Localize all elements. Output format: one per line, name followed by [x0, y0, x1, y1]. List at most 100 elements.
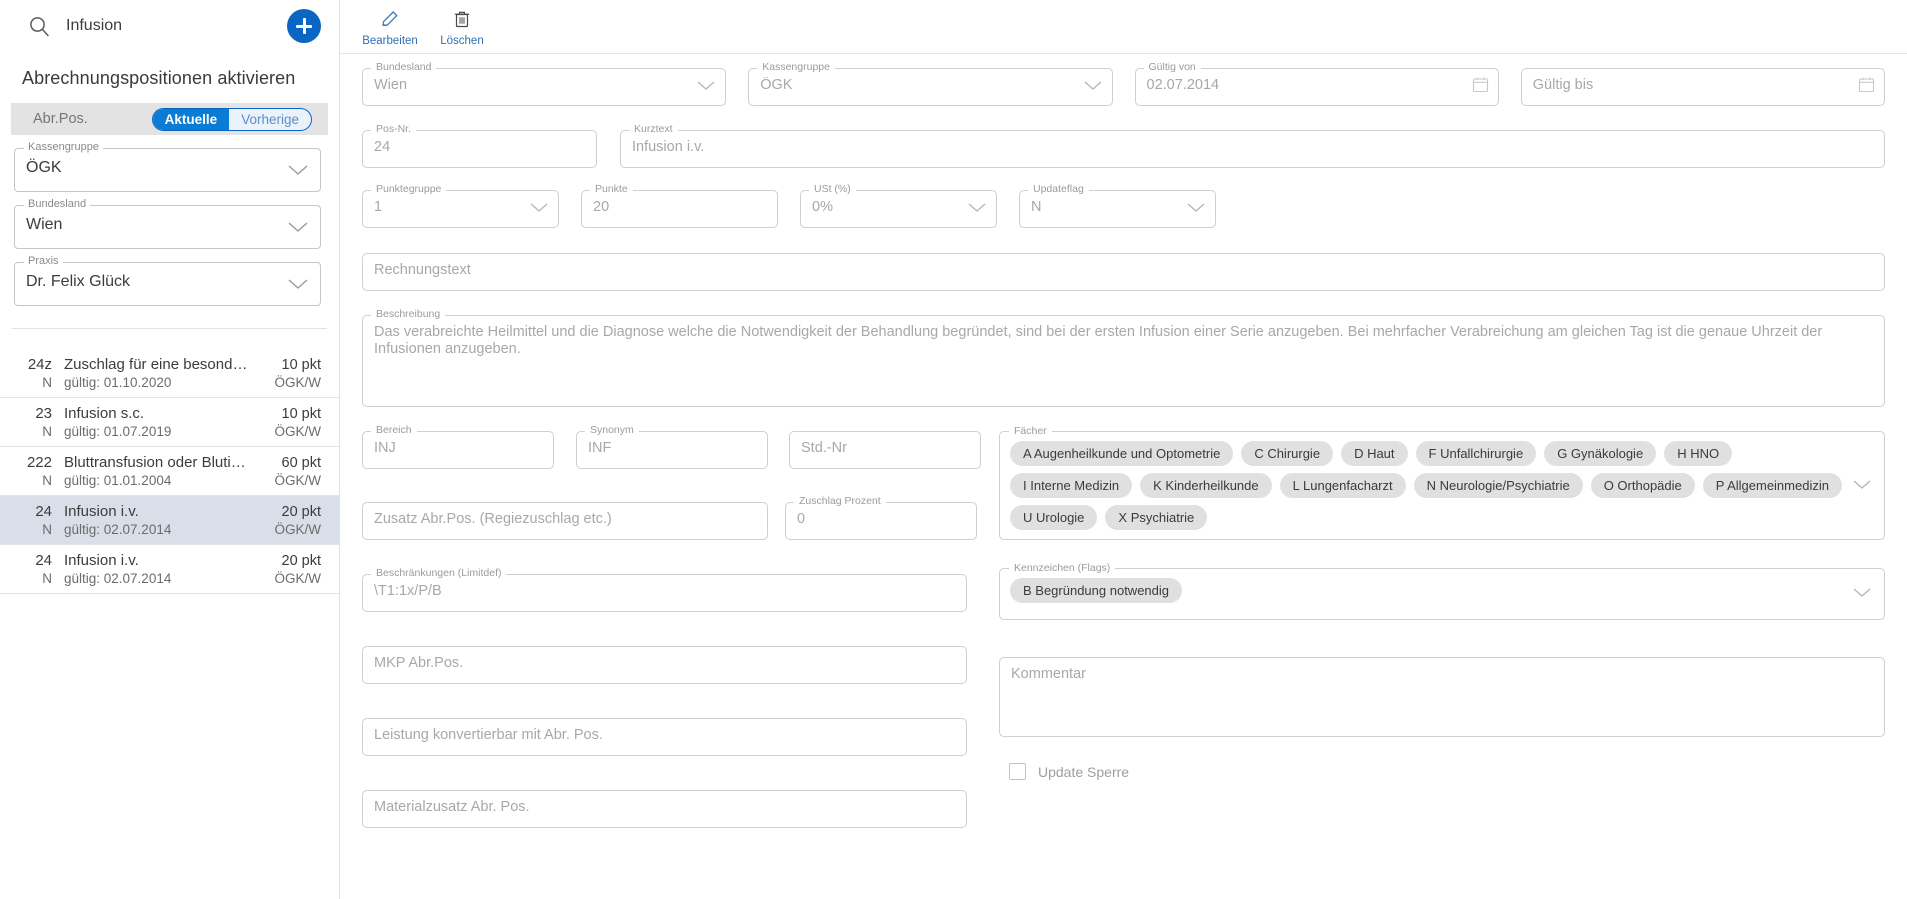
field-ust-value: 0% [812, 199, 833, 215]
chip-fach[interactable]: I Interne Medizin [1010, 473, 1133, 498]
chip-fach[interactable]: K Kinderheilkunde [1140, 473, 1272, 498]
search-input[interactable] [66, 17, 277, 35]
chevron-down-icon [696, 78, 716, 96]
field-materialzusatz[interactable]: Materialzusatz Abr. Pos. [362, 790, 967, 828]
position-points: 10 pkt [281, 406, 322, 422]
field-gueltig-von[interactable]: Gültig von 02.07.2014 [1134, 61, 1499, 106]
field-leistung-konvertierbar[interactable]: Leistung konvertierbar mit Abr. Pos. [362, 718, 967, 756]
chip-fach[interactable]: O Orthopädie [1590, 473, 1695, 498]
field-synonym-value: INF [588, 440, 612, 456]
calendar-icon[interactable] [1858, 76, 1875, 98]
field-kassengruppe[interactable]: Kassengruppe ÖGK [748, 61, 1113, 106]
field-rechnungstext[interactable]: Rechnungstext [362, 253, 1885, 291]
field-punktegruppe[interactable]: Punktegruppe 1 [362, 183, 559, 228]
field-gueltig-bis[interactable]: Gültig bis [1520, 68, 1885, 106]
sidebar-filter-bundesland[interactable]: Bundesland Wien [14, 198, 321, 249]
field-std-nr[interactable]: Std.-Nr [789, 431, 981, 469]
form-two-column-area: Bereich INJ Synonym INF Std.-Nr Zusatz A… [362, 407, 1885, 828]
chip-fach[interactable]: X Psychiatrie [1105, 505, 1208, 530]
field-faecher[interactable]: Fächer A Augenheilkunde und Optometrie C… [999, 425, 1885, 540]
sidebar-filter-praxis-label: Praxis [24, 255, 63, 268]
list-item-selected[interactable]: 24 Infusion i.v. 20 pkt N gültig: 02.07.… [0, 496, 339, 545]
field-kurztext-label: Kurztext [629, 123, 678, 136]
pencil-icon [379, 6, 401, 32]
list-item[interactable]: 24z Zuschlag für eine besond… 10 pkt N g… [0, 349, 339, 398]
position-title: Zuschlag für eine besond… [64, 356, 248, 373]
chip-fach[interactable]: U Urologie [1010, 505, 1098, 530]
form-row-1: Bundesland Wien Kassengruppe ÖGK Gültig … [362, 54, 1885, 106]
delete-button-label: Löschen [440, 35, 484, 47]
chip-fach[interactable]: G Gynäkologie [1544, 441, 1657, 466]
list-item[interactable]: 23 Infusion s.c. 10 pkt N gültig: 01.07.… [0, 398, 339, 447]
field-bereich-value: INJ [374, 440, 396, 456]
application-root: Abrechnungspositionen aktivieren Abr.Pos… [0, 0, 1907, 899]
sidebar-filter-praxis-value: Dr. Felix Glück [26, 273, 131, 290]
field-zusatz-abrpos[interactable]: Zusatz Abr.Pos. (Regiezuschlag etc.) [362, 502, 768, 540]
chip-kennzeichen[interactable]: B Begründung notwendig [1010, 578, 1183, 603]
field-punkte[interactable]: Punkte 20 [581, 183, 778, 228]
add-button[interactable] [287, 9, 321, 43]
toggle-vorherige[interactable]: Vorherige [229, 109, 311, 130]
chip-fach[interactable]: L Lungenfacharzt [1279, 473, 1406, 498]
field-leistung-konvertierbar-placeholder: Leistung konvertierbar mit Abr. Pos. [374, 727, 603, 743]
field-updateflag-value: N [1031, 199, 1042, 215]
edit-button[interactable]: Bearbeiten [354, 4, 426, 47]
field-kennzeichen[interactable]: Kennzeichen (Flags) B Begründung notwend… [999, 562, 1885, 620]
update-sperre-row[interactable]: Update Sperre [999, 763, 1885, 780]
chip-fach[interactable]: N Neurologie/Psychiatrie [1413, 473, 1583, 498]
chip-fach[interactable]: P Allgemeinmedizin [1702, 473, 1842, 498]
chip-fach[interactable]: D Haut [1341, 441, 1408, 466]
update-sperre-label: Update Sperre [1038, 763, 1130, 780]
chevron-down-icon[interactable] [1852, 585, 1872, 603]
list-item[interactable]: 222 Bluttransfusion oder Bluti… 60 pkt N… [0, 447, 339, 496]
field-punktegruppe-label: Punktegruppe [371, 183, 447, 196]
search-row [0, 0, 339, 52]
field-bundesland[interactable]: Bundesland Wien [362, 61, 727, 106]
field-bereich[interactable]: Bereich INJ [362, 424, 554, 469]
chevron-down-icon [287, 221, 309, 233]
field-beschraenkungen-label: Beschränkungen (Limitdef) [371, 567, 507, 580]
field-punktegruppe-value: 1 [374, 199, 383, 215]
position-flag: N [42, 571, 52, 586]
position-flag: N [42, 473, 52, 488]
field-beschreibung-label: Beschreibung [371, 308, 446, 321]
field-kurztext-value: Infusion i.v. [632, 139, 705, 155]
field-bundesland-label: Bundesland [371, 61, 437, 74]
calendar-icon[interactable] [1472, 76, 1489, 98]
sidebar-filter-kassengruppe[interactable]: Kassengruppe ÖGK [14, 141, 321, 192]
update-sperre-checkbox[interactable] [1009, 763, 1026, 780]
field-zuschlag-prozent[interactable]: Zuschlag Prozent 0 [785, 495, 977, 540]
abrpos-filter-bar: Abr.Pos. Aktuelle Vorherige [11, 103, 328, 135]
field-ust[interactable]: USt (%) 0% [800, 183, 997, 228]
field-mkp-abrpos[interactable]: MKP Abr.Pos. [362, 646, 967, 684]
field-kurztext[interactable]: Kurztext Infusion i.v. [620, 123, 1885, 168]
chip-fach[interactable]: C Chirurgie [1241, 441, 1334, 466]
field-kommentar[interactable]: Kommentar [999, 657, 1885, 737]
position-kasse: ÖGK/W [274, 375, 322, 390]
chip-fach[interactable]: F Unfallchirurgie [1415, 441, 1537, 466]
chevron-down-icon[interactable] [1852, 477, 1872, 495]
form-row-2: Pos-Nr. 24 Kurztext Infusion i.v. [362, 106, 1885, 168]
field-beschraenkungen[interactable]: Beschränkungen (Limitdef) \T1:1x/P/B [362, 567, 967, 612]
chevron-down-icon [1186, 200, 1206, 218]
delete-button[interactable]: Löschen [426, 4, 498, 47]
field-kommentar-placeholder: Kommentar [1011, 666, 1086, 682]
position-code: 24 [35, 503, 52, 520]
field-pos-nr-label: Pos-Nr. [371, 123, 417, 136]
list-item[interactable]: 24 Infusion i.v. 20 pkt N gültig: 02.07.… [0, 545, 339, 594]
position-valid-from: gültig: 01.10.2020 [64, 375, 172, 390]
position-flag: N [42, 375, 52, 390]
chevron-down-icon [287, 164, 309, 176]
sidebar-filter-praxis[interactable]: Praxis Dr. Felix Glück [14, 255, 321, 306]
trash-icon [451, 6, 473, 32]
field-pos-nr[interactable]: Pos-Nr. 24 [362, 123, 597, 168]
field-updateflag[interactable]: Updateflag N [1019, 183, 1216, 228]
field-beschreibung[interactable]: Beschreibung Das verabreichte Heilmittel… [362, 308, 1885, 407]
toggle-aktuelle[interactable]: Aktuelle [152, 108, 230, 130]
sidebar-divider [12, 328, 327, 329]
chip-fach[interactable]: A Augenheilkunde und Optometrie [1010, 441, 1234, 466]
search-icon[interactable] [28, 15, 50, 37]
chip-fach[interactable]: H HNO [1664, 441, 1733, 466]
field-synonym[interactable]: Synonym INF [576, 424, 768, 469]
position-list: 24z Zuschlag für eine besond… 10 pkt N g… [0, 349, 339, 594]
